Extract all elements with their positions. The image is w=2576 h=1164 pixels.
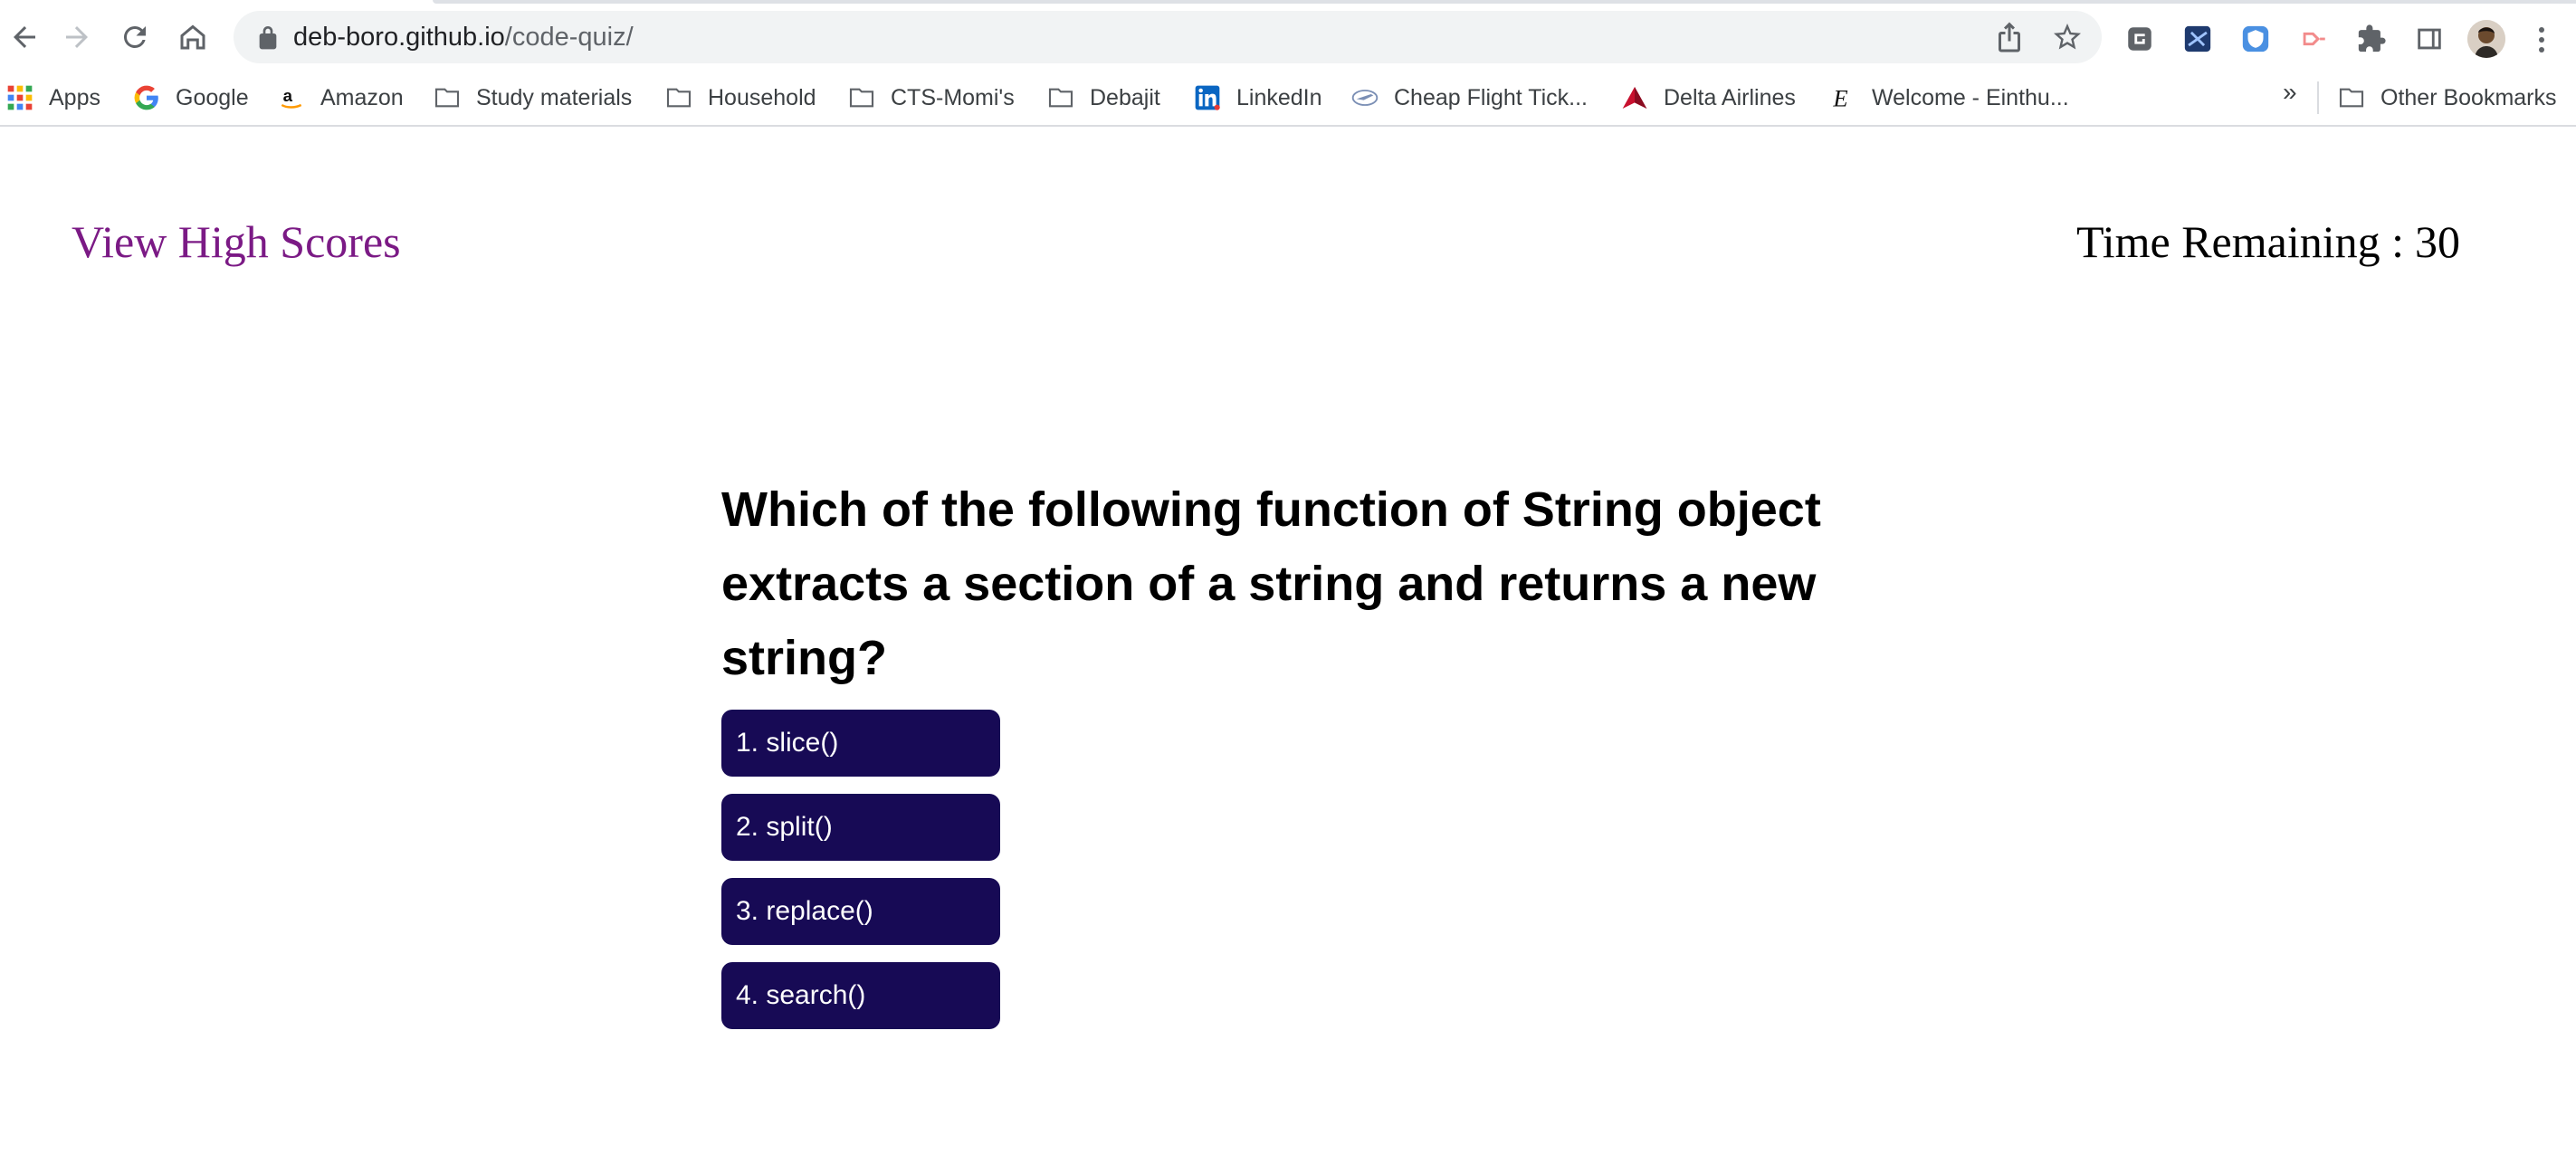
bookmark-apps[interactable]: Apps bbox=[5, 80, 100, 116]
folder-icon bbox=[664, 83, 693, 112]
url-text[interactable]: deb-boro.github.io/code-quiz/ bbox=[293, 20, 634, 54]
linkedin-icon bbox=[1193, 83, 1222, 112]
bookmark-label: Apps bbox=[49, 84, 100, 110]
bookmark-delta-airlines[interactable]: Delta Airlines bbox=[1620, 80, 1796, 116]
folder-icon bbox=[1046, 83, 1075, 112]
answer-button-2[interactable]: 2. split() bbox=[721, 794, 1000, 861]
einthusan-icon: E bbox=[1828, 83, 1857, 112]
bookmarks-overflow-chevron[interactable]: » bbox=[2283, 78, 2297, 107]
bookmark-amazon[interactable]: a Amazon bbox=[277, 80, 404, 116]
google-icon bbox=[132, 83, 161, 112]
bookmark-label: Amazon bbox=[320, 84, 404, 110]
bookmark-label: Welcome - Einthu... bbox=[1872, 84, 2069, 110]
address-bar[interactable]: deb-boro.github.io/code-quiz/ bbox=[234, 11, 2102, 63]
home-icon bbox=[180, 24, 205, 50]
page-content: View High Scores Time Remaining :30 Whic… bbox=[0, 129, 2576, 1164]
bookmark-debajit[interactable]: Debajit bbox=[1046, 80, 1160, 116]
browser-toolbar: deb-boro.github.io/code-quiz/ bbox=[0, 5, 2576, 69]
extension-cast-button[interactable] bbox=[2297, 23, 2330, 55]
bookmark-cheap-flight[interactable]: Cheap Flight Tick... bbox=[1350, 80, 1588, 116]
avatar-image bbox=[2467, 20, 2505, 58]
apps-grid-icon bbox=[5, 83, 34, 112]
svg-text:a: a bbox=[283, 86, 293, 105]
bookmark-label: Cheap Flight Tick... bbox=[1394, 84, 1588, 110]
extension-grammar-icon bbox=[2128, 27, 2151, 51]
bookmark-other-bookmarks[interactable]: Other Bookmarks bbox=[2337, 80, 2557, 116]
bookmark-household[interactable]: Household bbox=[664, 80, 816, 116]
bookmark-label: LinkedIn bbox=[1236, 84, 1322, 110]
extension-shield-icon bbox=[2242, 25, 2269, 52]
bookmark-label: Study materials bbox=[476, 84, 633, 110]
bookmark-label: Delta Airlines bbox=[1664, 84, 1796, 110]
reload-icon bbox=[123, 25, 146, 48]
bookmarks-separator bbox=[2317, 81, 2319, 114]
arrow-right-icon bbox=[66, 26, 88, 48]
plane-icon bbox=[1350, 83, 1379, 112]
lock-icon[interactable] bbox=[253, 23, 282, 52]
star-icon[interactable] bbox=[2051, 21, 2084, 53]
extension-grammar-button[interactable] bbox=[2123, 23, 2156, 55]
bookmark-study-materials[interactable]: Study materials bbox=[433, 80, 632, 116]
bookmark-label: Google bbox=[176, 84, 249, 110]
answer-list: 1. slice() 2. split() 3. replace() 4. se… bbox=[721, 710, 1898, 1029]
bookmark-label: CTS-Momi's bbox=[891, 84, 1015, 110]
sidepanel-icon bbox=[2418, 28, 2441, 50]
arrow-left-icon bbox=[14, 26, 35, 48]
timer-value: 30 bbox=[2415, 216, 2460, 267]
extension-blue-icon bbox=[2184, 25, 2211, 52]
extension-shield-button[interactable] bbox=[2239, 23, 2272, 55]
bookmark-linkedin[interactable]: LinkedIn bbox=[1193, 80, 1322, 116]
amazon-icon: a bbox=[277, 83, 306, 112]
forward-button[interactable] bbox=[52, 13, 101, 62]
view-high-scores-link[interactable]: View High Scores bbox=[72, 215, 401, 268]
back-button[interactable] bbox=[0, 13, 49, 62]
folder-icon bbox=[847, 83, 876, 112]
svg-text:E: E bbox=[1832, 84, 1847, 111]
url-path: /code-quiz/ bbox=[504, 23, 634, 52]
delta-icon bbox=[1620, 83, 1649, 112]
bookmark-label: Household bbox=[708, 84, 816, 110]
side-panel-button[interactable] bbox=[2413, 23, 2446, 55]
time-remaining: Time Remaining :30 bbox=[2076, 215, 2460, 268]
answer-button-3[interactable]: 3. replace() bbox=[721, 878, 1000, 945]
url-host: deb-boro.github.io bbox=[293, 23, 505, 52]
answer-button-4[interactable]: 4. search() bbox=[721, 962, 1000, 1029]
puzzle-icon bbox=[2358, 24, 2386, 52]
home-button[interactable] bbox=[168, 13, 217, 62]
extension-cast-icon bbox=[2303, 32, 2325, 46]
question-text: Which of the following function of Strin… bbox=[721, 482, 1821, 685]
browser-menu-icon[interactable] bbox=[2531, 22, 2552, 58]
answer-button-1[interactable]: 1. slice() bbox=[721, 710, 1000, 777]
tab-strip-edge bbox=[433, 0, 2576, 4]
reload-button[interactable] bbox=[110, 13, 159, 62]
folder-icon bbox=[2337, 83, 2366, 112]
bookmark-label: Debajit bbox=[1090, 84, 1160, 110]
folder-icon bbox=[433, 83, 462, 112]
timer-label: Time Remaining : bbox=[2075, 216, 2404, 267]
share-icon[interactable] bbox=[1993, 21, 2026, 53]
bookmarks-bar: Apps Google a Amazon Study materials Hou… bbox=[0, 69, 2576, 127]
bookmark-einthusan[interactable]: E Welcome - Einthu... bbox=[1828, 80, 2069, 116]
quiz-container: Which of the following function of Strin… bbox=[721, 472, 1898, 1046]
bookmark-cts-momis[interactable]: CTS-Momi's bbox=[847, 80, 1015, 116]
bookmark-label: Other Bookmarks bbox=[2380, 84, 2557, 110]
profile-avatar[interactable] bbox=[2467, 20, 2505, 58]
bookmark-google[interactable]: Google bbox=[132, 80, 249, 116]
extension-blue-button[interactable] bbox=[2181, 23, 2214, 55]
extensions-button[interactable] bbox=[2355, 23, 2388, 55]
